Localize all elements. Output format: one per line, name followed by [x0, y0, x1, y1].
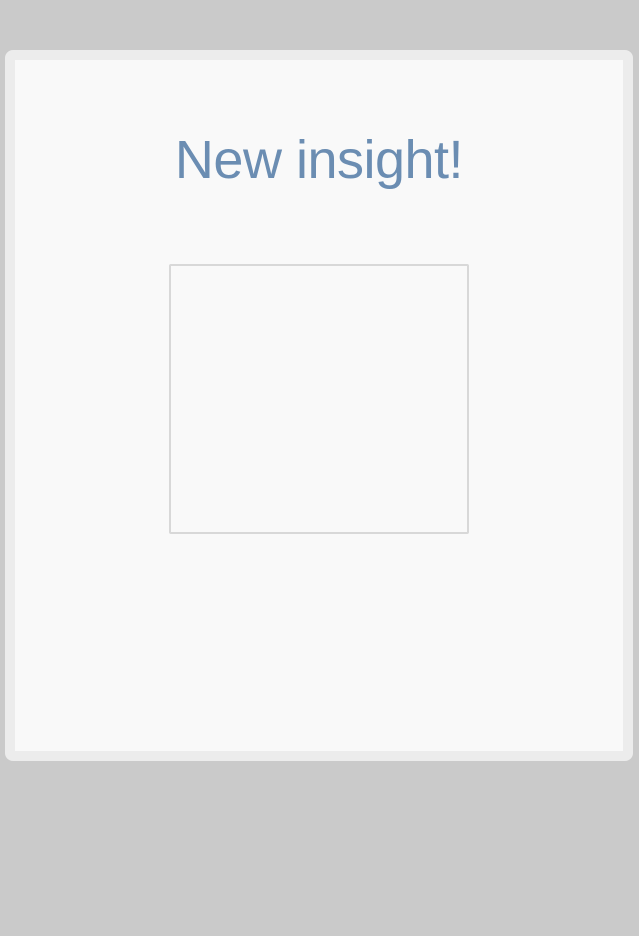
insight-dialog: New insight! [5, 50, 633, 761]
dialog-title: New insight! [174, 130, 464, 190]
app-screen: New insight! [0, 0, 639, 936]
insight-dialog-body: New insight! [15, 60, 623, 751]
insight-image-frame [169, 264, 469, 534]
